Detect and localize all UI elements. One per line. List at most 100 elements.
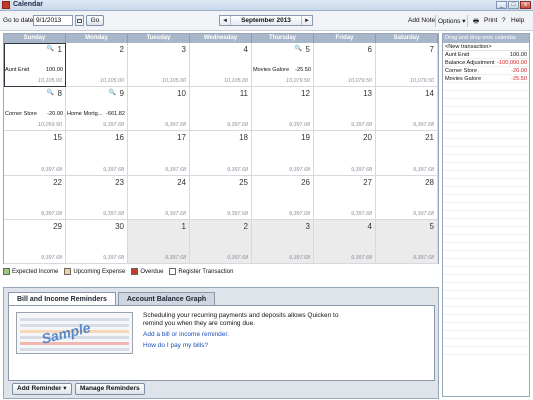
add-note-button[interactable]: Add Note: [408, 17, 435, 24]
calendar-day-cell[interactable]: 16 9,397.68: [66, 131, 128, 176]
date-picker-icon[interactable]: [75, 15, 84, 26]
ending-balance: 9,397.68: [289, 210, 310, 217]
options-menu[interactable]: Options ▾: [438, 17, 465, 25]
legend-swatch: [64, 268, 72, 275]
window-controls: _ □ x: [496, 1, 531, 9]
calendar-day-cell[interactable]: 5 9,397.68: [376, 219, 438, 264]
empty-row: [443, 83, 529, 91]
ending-balance: 9,397.68: [413, 122, 434, 129]
memorized-payee: Movies Galore: [445, 76, 482, 82]
zoom-icon[interactable]: 🔍: [109, 89, 116, 96]
calendar-day-cell[interactable]: 5 🔍 Movies Galore -25.50 10,079.50: [252, 43, 314, 88]
memorized-payee: Corner Store: [445, 68, 478, 74]
empty-row: [443, 99, 529, 107]
minimize-button[interactable]: _: [496, 1, 507, 9]
calendar-day-cell[interactable]: 19 9,397.68: [252, 131, 314, 176]
transaction-amount: -20.00: [47, 111, 63, 118]
calendar-day-cell[interactable]: 1 🔍 Aunt Enid 100.00 10,105.00: [4, 43, 66, 88]
calendar-day-cell[interactable]: 6 10,079.50: [314, 43, 376, 88]
month-navigator: ◄ September 2013 ►: [219, 15, 313, 26]
ending-balance: 10,105.00: [224, 78, 248, 85]
memorized-transaction-item[interactable]: Balance Adjustment -100,000.00: [443, 59, 529, 67]
tab-account-balance-graph[interactable]: Account Balance Graph: [117, 292, 216, 305]
calendar-day-cell[interactable]: 28 9,397.68: [376, 175, 438, 220]
help-button[interactable]: Help: [511, 17, 524, 24]
empty-row: [443, 139, 529, 147]
calendar-transaction[interactable]: Home Mortg... -661.82: [67, 111, 125, 117]
calendar-day-cell[interactable]: 4 9,397.68: [314, 219, 376, 264]
calendar-day-cell[interactable]: 1 9,397.68: [128, 219, 190, 264]
day-number: 30: [115, 221, 124, 231]
calendar-day-cell[interactable]: 13 9,397.68: [314, 87, 376, 132]
calendar-transaction[interactable]: Corner Store -20.00: [5, 111, 63, 117]
ending-balance: 9,397.68: [289, 122, 310, 129]
day-number: 21: [425, 133, 434, 143]
zoom-icon[interactable]: 🔍: [295, 45, 302, 52]
next-month-icon[interactable]: ►: [302, 18, 312, 24]
calendar-day-cell[interactable]: 3 10,105.00: [128, 43, 190, 88]
day-number: 27: [363, 177, 372, 187]
manage-reminders-button[interactable]: Manage Reminders: [75, 383, 145, 395]
sample-reminders-preview: Sample: [16, 312, 133, 354]
day-number: 16: [115, 133, 124, 143]
zoom-icon[interactable]: 🔍: [47, 89, 54, 96]
calendar-day-cell[interactable]: 27 9,397.68: [314, 175, 376, 220]
day-number: 2: [243, 221, 248, 231]
pay-bills-help-link[interactable]: How do I pay my bills?: [143, 342, 208, 349]
new-transaction-item[interactable]: <New transaction>: [443, 43, 529, 51]
close-button[interactable]: x: [520, 1, 531, 9]
weekday-label: Thursday: [252, 34, 314, 43]
calendar-day-cell[interactable]: 10 9,397.68: [128, 87, 190, 132]
calendar-transaction[interactable]: Aunt Enid 100.00: [5, 67, 63, 73]
empty-row: [443, 147, 529, 155]
calendar-day-cell[interactable]: 2 9,397.68: [190, 219, 252, 264]
calendar-day-cell[interactable]: 8 🔍 Corner Store -20.00 10,059.50: [4, 87, 66, 132]
calendar-day-cell[interactable]: 18 9,397.68: [190, 131, 252, 176]
calendar-day-cell[interactable]: 30 9,397.68: [66, 219, 128, 264]
add-reminder-link[interactable]: Add a bill or income reminder.: [143, 331, 229, 338]
transaction-payee: Aunt Enid: [5, 67, 30, 73]
weekday-label: Sunday: [4, 34, 66, 43]
calendar-day-cell[interactable]: 26 9,397.68: [252, 175, 314, 220]
goto-date-input[interactable]: [33, 15, 73, 26]
calendar-day-cell[interactable]: 17 9,397.68: [128, 131, 190, 176]
calendar-day-cell[interactable]: 20 9,397.68: [314, 131, 376, 176]
calendar-day-cell[interactable]: 15 9,397.68: [4, 131, 66, 176]
legend-item: Upcoming Expense: [64, 268, 125, 275]
calendar-day-cell[interactable]: 25 9,397.68: [190, 175, 252, 220]
legend-label: Upcoming Expense: [73, 268, 126, 275]
day-number: 1: [181, 221, 186, 231]
empty-row: [443, 123, 529, 131]
calendar-day-cell[interactable]: 21 9,397.68: [376, 131, 438, 176]
calendar-transaction[interactable]: Movies Galore -25.50: [253, 67, 311, 73]
calendar-day-cell[interactable]: 11 9,397.68: [190, 87, 252, 132]
calendar-day-cell[interactable]: 3 9,397.68: [252, 219, 314, 264]
current-month-label: September 2013: [230, 16, 302, 25]
ending-balance: 9,397.68: [227, 122, 248, 129]
calendar-day-cell[interactable]: 2 10,105.00: [66, 43, 128, 88]
calendar-day-cell[interactable]: 4 10,105.00: [190, 43, 252, 88]
calendar-day-cell[interactable]: 22 9,397.68: [4, 175, 66, 220]
calendar-day-cell[interactable]: 9 🔍 Home Mortg... -661.82 9,397.68: [66, 87, 128, 132]
prev-month-icon[interactable]: ◄: [220, 18, 230, 24]
print-button[interactable]: Print: [484, 17, 497, 24]
calendar-day-cell[interactable]: 12 9,397.68: [252, 87, 314, 132]
calendar-day-cell[interactable]: 23 9,397.68: [66, 175, 128, 220]
transaction-amount: 100.00: [45, 67, 63, 73]
day-number: 29: [53, 221, 62, 231]
weekday-header: Sunday Monday Tuesday Wednesday Thursday Frid…: [4, 34, 438, 43]
tab-bill-income-reminders[interactable]: Bill and Income Reminders: [8, 292, 116, 305]
go-button[interactable]: Go: [86, 15, 104, 26]
calendar-day-cell[interactable]: 24 9,397.68: [128, 175, 190, 220]
ending-balance: 10,059.50: [38, 122, 62, 129]
calendar-day-cell[interactable]: 29 9,397.68: [4, 219, 66, 264]
calendar-day-cell[interactable]: 14 9,397.68: [376, 87, 438, 132]
calendar-day-cell[interactable]: 7 10,079.50: [376, 43, 438, 88]
zoom-icon[interactable]: 🔍: [47, 45, 54, 52]
memorized-transaction-item[interactable]: Movies Galore -25.50: [443, 75, 529, 83]
maximize-button[interactable]: □: [508, 1, 519, 9]
add-reminder-button[interactable]: Add Reminder ▾: [12, 383, 72, 395]
memorized-transaction-item[interactable]: Aunt Enid 100.00: [443, 51, 529, 59]
empty-row: [443, 275, 529, 283]
memorized-transaction-item[interactable]: Corner Store -20.00: [443, 67, 529, 75]
